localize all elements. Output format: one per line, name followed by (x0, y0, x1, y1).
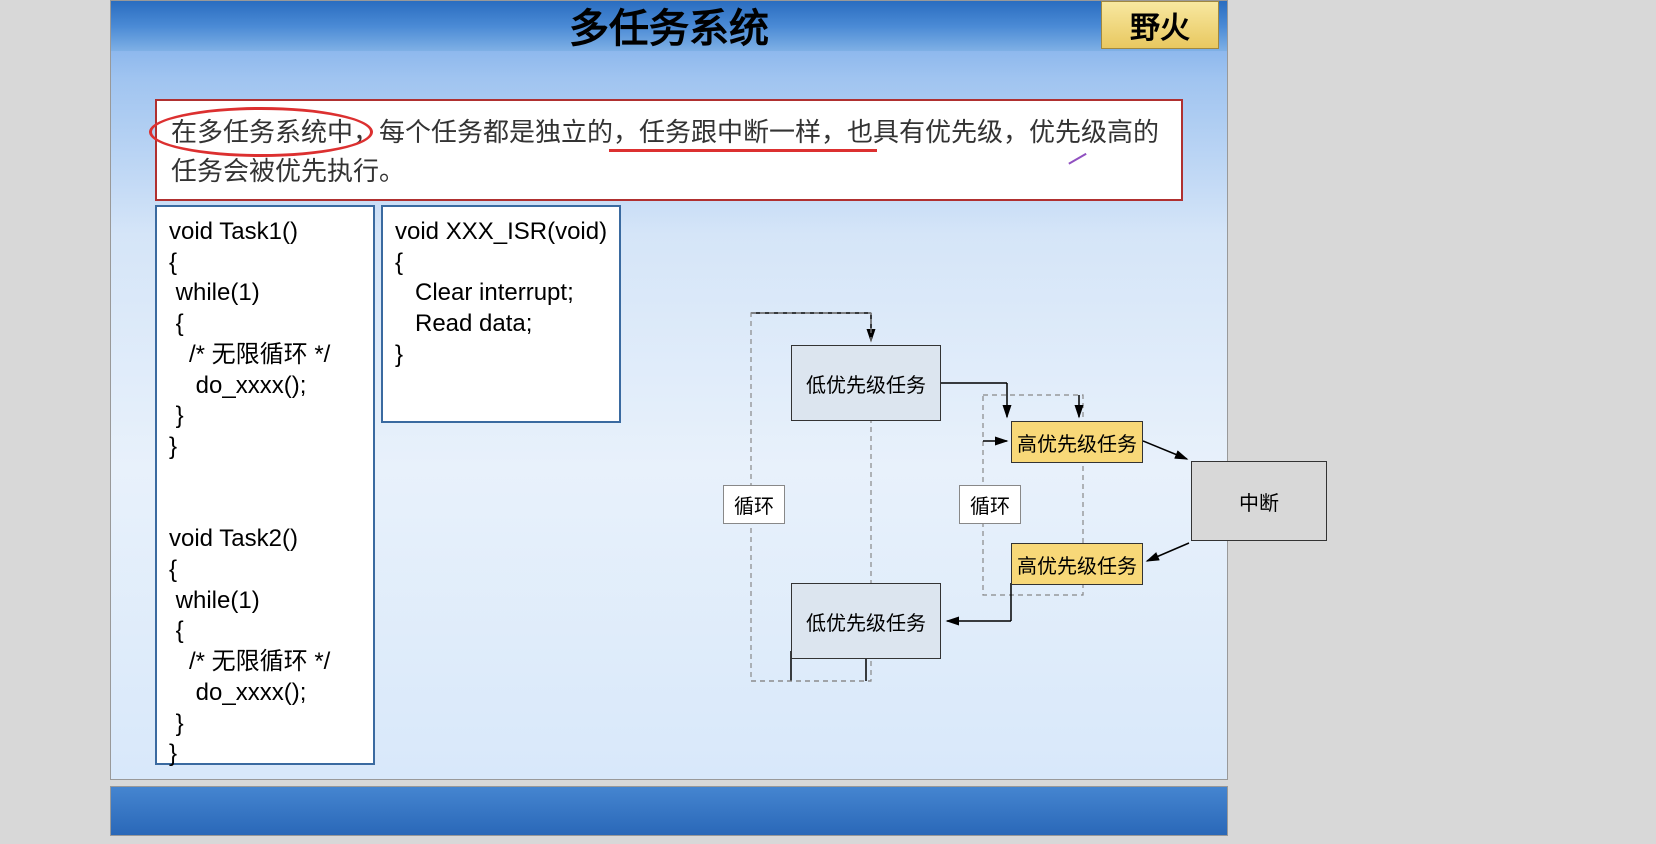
slide-title: 多任务系统 (569, 0, 769, 54)
description-note: 在多任务系统中，每个任务都是独立的，任务跟中断一样，也具有优先级，优先级高的任务… (155, 99, 1183, 201)
low-priority-box-1: 低优先级任务 (791, 345, 941, 421)
code-block-tasks: void Task1() { while(1) { /* 无限循环 */ do_… (155, 205, 375, 765)
loop-label-1: 循环 (723, 485, 785, 524)
interrupt-box: 中断 (1191, 461, 1327, 541)
high-priority-box-2: 高优先级任务 (1011, 543, 1143, 585)
low-priority-box-2: 低优先级任务 (791, 583, 941, 659)
next-slide-bar (110, 786, 1228, 836)
slide-container: 多任务系统 野火 在多任务系统中，每个任务都是独立的，任务跟中断一样，也具有优先… (110, 0, 1228, 780)
code-block-isr: void XXX_ISR(void) { Clear interrupt; Re… (381, 205, 621, 423)
task-diagram: 低优先级任务 低优先级任务 高优先级任务 高优先级任务 中断 循环 循环 (611, 291, 1221, 711)
logo-badge: 野火 (1101, 1, 1219, 49)
loop-label-2: 循环 (959, 485, 1021, 524)
high-priority-box-1: 高优先级任务 (1011, 421, 1143, 463)
